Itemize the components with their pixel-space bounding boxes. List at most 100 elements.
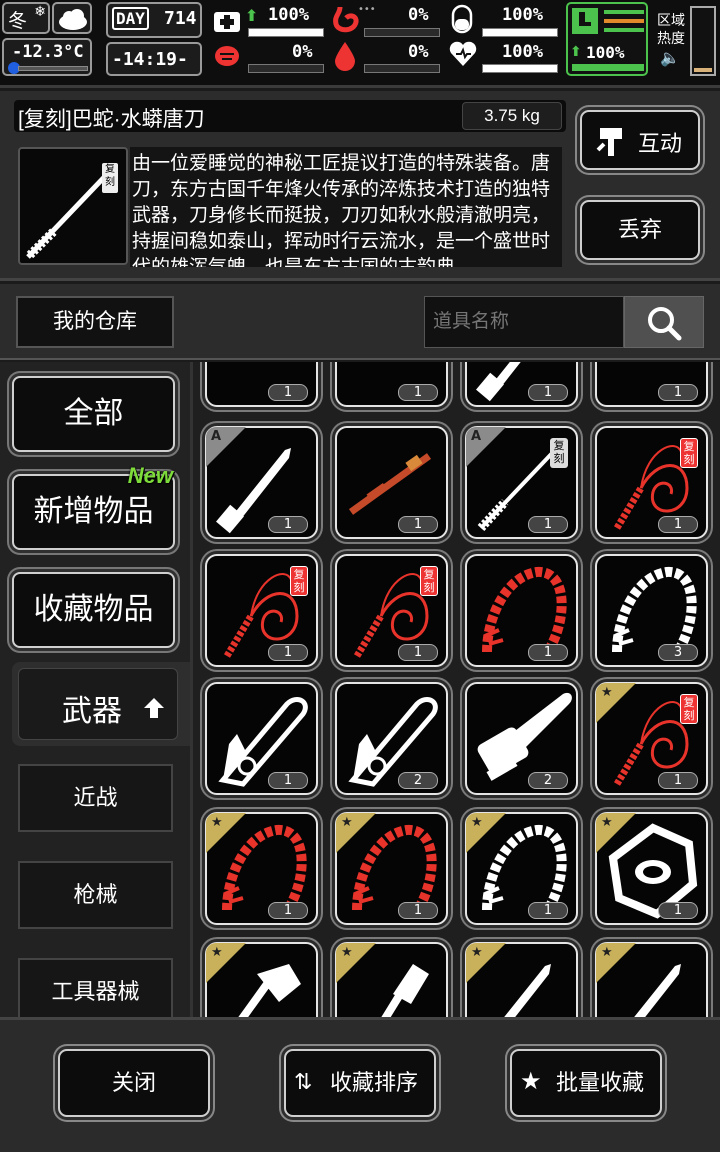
energy-up-icon: ⬆ bbox=[570, 44, 582, 60]
item-title: [复刻]巴蛇·水蟒唐刀 bbox=[18, 108, 205, 131]
region-heat-label-2: 热度 bbox=[657, 30, 685, 46]
speaker-icon[interactable]: 🔈 bbox=[660, 48, 680, 67]
star-icon: ★ bbox=[211, 945, 223, 960]
item-slot[interactable]: 1 bbox=[465, 554, 578, 667]
infection-bar bbox=[248, 64, 324, 73]
item-slot[interactable]: 1 bbox=[205, 362, 318, 407]
fuke-tag: 复刻 bbox=[102, 163, 118, 193]
item-slot[interactable]: 2 bbox=[335, 682, 448, 795]
item-thumbnail: 复刻 bbox=[18, 147, 128, 265]
energy-box: ⬆ 100% bbox=[566, 2, 648, 76]
item-weight: 3.75 kg bbox=[462, 102, 562, 130]
star-icon: ★ bbox=[601, 685, 613, 700]
grade-a-label: A bbox=[471, 429, 482, 444]
item-count: 1 bbox=[528, 902, 568, 919]
item-slot[interactable]: ★ bbox=[465, 942, 578, 1017]
star-icon: ★ bbox=[471, 815, 483, 830]
item-slot[interactable]: 3 bbox=[595, 554, 708, 667]
favorite-sort-button[interactable]: ⇅ 收藏排序 bbox=[284, 1049, 436, 1117]
item-slot[interactable]: ★ bbox=[335, 942, 448, 1017]
discard-button[interactable]: 丢弃 bbox=[580, 200, 700, 260]
hammer-icon bbox=[596, 128, 622, 156]
search-input[interactable] bbox=[424, 296, 624, 348]
day-label: DAY bbox=[112, 7, 149, 30]
item-count: 1 bbox=[268, 516, 308, 533]
bottom-bar: 关闭 ⇅ 收藏排序 ★ 批量收藏 bbox=[0, 1017, 720, 1152]
medkit-icon bbox=[214, 12, 240, 32]
search-button[interactable] bbox=[624, 296, 704, 348]
stomach-dots: ••• bbox=[358, 4, 376, 15]
category-firearms[interactable]: 枪械 bbox=[18, 861, 173, 929]
item-slot[interactable]: A1 bbox=[205, 426, 318, 539]
favorite-star-badge: ★ bbox=[466, 943, 506, 983]
item-slot[interactable]: 复刻 1 bbox=[335, 554, 448, 667]
temperature-readout: -12.3°C bbox=[12, 42, 84, 62]
interact-label: 互动 bbox=[638, 131, 683, 156]
category-tools[interactable]: 工具器械 bbox=[18, 958, 173, 1017]
item-slot[interactable]: ★ 1 bbox=[465, 812, 578, 925]
item-slot[interactable]: 复刻 1 bbox=[205, 554, 318, 667]
favorite-star-badge: ★ bbox=[336, 813, 376, 853]
favorite-star-badge: ★ bbox=[596, 683, 636, 723]
energy-lines bbox=[604, 10, 644, 32]
item-count: 1 bbox=[398, 902, 438, 919]
my-warehouse-tab[interactable]: 我的仓库 bbox=[16, 296, 174, 348]
temperature-box: -12.3°C bbox=[2, 38, 92, 76]
pill-icon bbox=[451, 4, 473, 34]
item-slot[interactable]: ★ 复刻 1 bbox=[595, 682, 708, 795]
category-favorites[interactable]: 收藏物品 bbox=[12, 572, 175, 648]
item-description: 由一位爱睡觉的神秘工匠提议打造的特殊装备。唐刀，东方古国千年烽火传承的淬炼技术打… bbox=[130, 147, 562, 267]
search-icon bbox=[648, 307, 682, 341]
item-slot[interactable]: 复刻 1 bbox=[595, 426, 708, 539]
status-bar: 冬 ❄ -12.3°C DAY 714 -14:19- ⬆ 100% 0% ••… bbox=[0, 0, 720, 88]
favorite-star-badge: ★ bbox=[206, 943, 246, 983]
sort-label: 收藏排序 bbox=[330, 1070, 419, 1095]
cloud-icon bbox=[59, 9, 87, 30]
close-button[interactable]: 关闭 bbox=[58, 1049, 210, 1117]
item-count: 1 bbox=[658, 772, 698, 789]
stomach-icon bbox=[333, 6, 359, 33]
item-slot[interactable]: 1 bbox=[335, 426, 448, 539]
heart-bar bbox=[482, 64, 558, 73]
star-icon: ★ bbox=[341, 945, 353, 960]
item-count: 1 bbox=[528, 384, 568, 401]
item-slot[interactable]: ★ bbox=[205, 942, 318, 1017]
item-slot[interactable]: ★ 1 bbox=[335, 812, 448, 925]
mind-pct: 100% bbox=[502, 5, 543, 25]
item-slot[interactable]: 2 bbox=[465, 682, 578, 795]
star-icon: ★ bbox=[601, 815, 613, 830]
item-slot[interactable]: 1 bbox=[335, 362, 448, 407]
star-icon: ★ bbox=[520, 1068, 542, 1095]
item-slot[interactable]: ★ 1 bbox=[205, 812, 318, 925]
category-new-items[interactable]: 新增物品 New bbox=[12, 464, 175, 550]
mind-bar bbox=[482, 28, 558, 37]
favorite-star-badge: ★ bbox=[336, 943, 376, 983]
item-grid: 1 1 1 1 A 1 1 A 复刻 1 复刻 1 复刻 1 复刻 1 1 3 1 2 2 ★ 复刻 1 ★ 1 ★ 1 ★ 1 ★ 1 ★ ★ ★… bbox=[190, 362, 720, 1017]
category-weapons[interactable]: 武器 bbox=[12, 662, 190, 746]
item-slot[interactable]: ★ 1 bbox=[595, 812, 708, 925]
item-slot[interactable]: 1 bbox=[595, 362, 708, 407]
item-slot[interactable]: 1 bbox=[205, 682, 318, 795]
item-count: 3 bbox=[658, 644, 698, 661]
inventory-screen: 冬 ❄ -12.3°C DAY 714 -14:19- ⬆ 100% 0% ••… bbox=[0, 0, 720, 1152]
category-melee[interactable]: 近战 bbox=[18, 764, 173, 832]
thermometer-icon bbox=[8, 62, 88, 74]
interact-button[interactable]: 互动 bbox=[580, 110, 700, 170]
favorite-star-badge: ★ bbox=[466, 813, 506, 853]
weather-box bbox=[52, 2, 92, 34]
item-count: 1 bbox=[658, 384, 698, 401]
item-slot[interactable]: ★ bbox=[595, 942, 708, 1017]
item-count: 1 bbox=[528, 644, 568, 661]
item-slot[interactable]: 1 bbox=[465, 362, 578, 407]
fuke-tag: 复刻 bbox=[550, 438, 568, 468]
heart-icon bbox=[449, 41, 477, 66]
star-icon: ★ bbox=[341, 815, 353, 830]
snowflake-icon: ❄ bbox=[34, 4, 46, 20]
blood-pct: 0% bbox=[408, 42, 429, 62]
item-slot[interactable]: A 复刻 1 bbox=[465, 426, 578, 539]
category-all[interactable]: 全部 bbox=[12, 376, 175, 452]
batch-favorite-button[interactable]: ★ 批量收藏 bbox=[510, 1049, 662, 1117]
category-all-label: 全部 bbox=[63, 397, 124, 430]
day-box: DAY 714 bbox=[106, 2, 202, 38]
item-count: 2 bbox=[398, 772, 438, 789]
